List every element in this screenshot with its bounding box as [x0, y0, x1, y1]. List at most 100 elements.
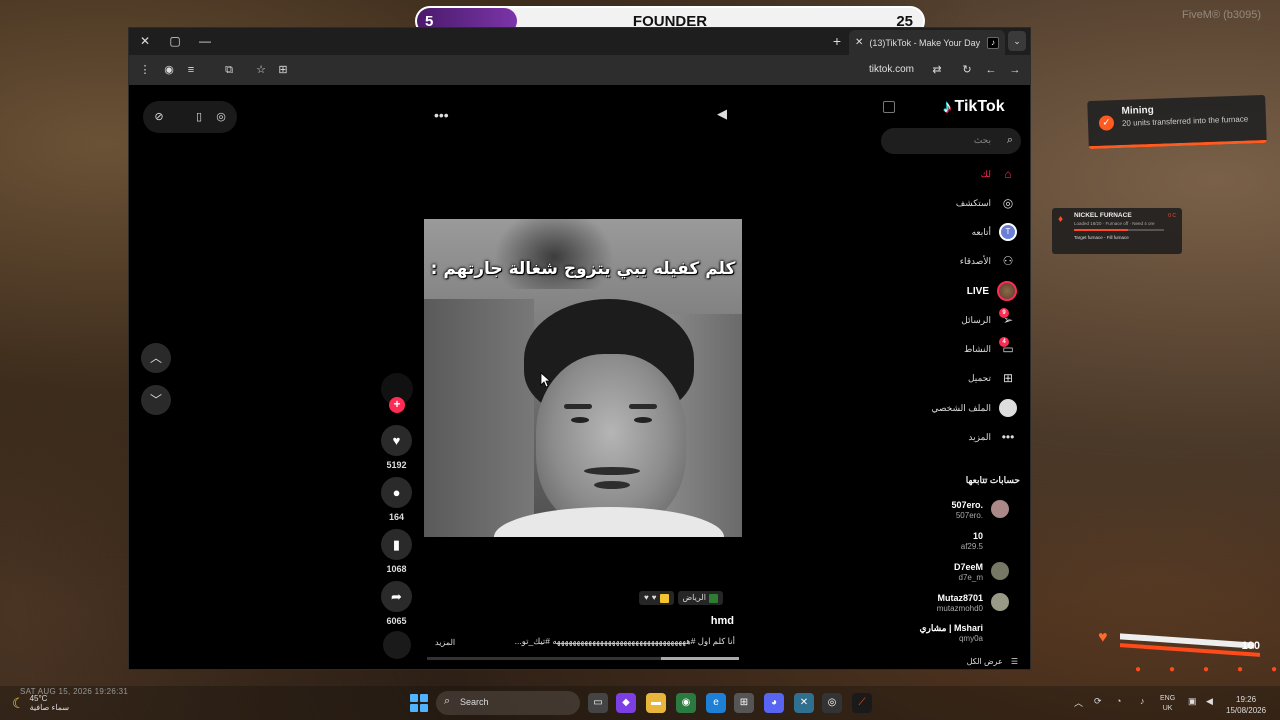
- search-icon[interactable]: ⌕: [1007, 134, 1013, 147]
- sidebar-item-6[interactable]: النشاط ▭ 4: [877, 337, 1017, 360]
- tab-search-dropdown[interactable]: ⌄: [1008, 31, 1026, 51]
- forward-arrow-icon[interactable]: →: [1005, 60, 1025, 80]
- weather-widget[interactable]: ☾ 45°C سماء صافية: [12, 694, 69, 712]
- sidebar-item-3[interactable]: الأصدقاء ⚇: [877, 250, 1017, 272]
- see-all-link[interactable]: عرض الكل ☰: [967, 657, 1018, 666]
- thirst-icon: ●: [1168, 664, 1176, 675]
- microphone-icon[interactable]: ♪: [1140, 696, 1145, 706]
- followed-account[interactable]: 10 af29.5: [877, 528, 1017, 554]
- taskbar-search[interactable]: ⌕ Search: [436, 691, 580, 715]
- remote-icon[interactable]: ✕: [794, 693, 814, 713]
- activity-icon: ▭ 4: [999, 337, 1017, 358]
- followed-account[interactable]: Mutaz8701 mutazmohd0: [877, 590, 1017, 616]
- menu-dots-icon[interactable]: ⋮: [135, 60, 155, 80]
- furnace-panel: ♦ 0 C NICKEL FURNACE Loaded 18/20 · Furn…: [1052, 208, 1182, 254]
- sidebar-item-4[interactable]: LIVE: [877, 280, 1017, 302]
- chrome-icon[interactable]: ◉: [676, 693, 696, 713]
- autoscroll-icon[interactable]: ⊘: [149, 107, 169, 127]
- tray-sync-icon[interactable]: ⟳: [1094, 696, 1102, 707]
- extensions-icon[interactable]: ⧉: [219, 60, 239, 80]
- fivem-icon[interactable]: ⟋: [852, 693, 872, 713]
- video-player[interactable]: كلم كفيله يبي يتزوج شغالة جارتهم :: [424, 219, 742, 537]
- translate-icon[interactable]: ⊞: [273, 60, 293, 80]
- avatar: [991, 562, 1009, 580]
- bookmark-icon[interactable]: ▮: [381, 529, 412, 560]
- volume-icon[interactable]: ◀: [717, 106, 727, 122]
- like-action[interactable]: ♥ 5192: [381, 425, 413, 470]
- profile-avatar-icon[interactable]: ◉: [159, 60, 179, 80]
- close-window-button[interactable]: ✕: [135, 31, 155, 51]
- comment-icon[interactable]: ●: [381, 477, 412, 508]
- language-indicator[interactable]: ENG UK: [1160, 694, 1175, 714]
- tray-chevron-icon[interactable]: ︿: [1074, 696, 1083, 709]
- account-name: 10: [972, 531, 983, 541]
- flame-icon: ♦: [1058, 214, 1064, 225]
- music-disc-icon[interactable]: [383, 631, 411, 659]
- browser-toolbar: ⋮ ◉ ≡ ⧉ ☆ ⊞ tiktok.com ⇄ ↻ ← →: [129, 55, 1030, 85]
- steam-icon[interactable]: ◎: [822, 693, 842, 713]
- discord-icon[interactable]: ◕: [764, 693, 784, 713]
- sidebar-item-5[interactable]: الرسائل ➢ 9: [877, 308, 1017, 331]
- account-name: D7eeM: [953, 562, 983, 572]
- followed-account[interactable]: D7eeM d7e_m: [877, 559, 1017, 585]
- copilot-icon[interactable]: ◆: [616, 693, 636, 713]
- start-button[interactable]: [410, 694, 428, 712]
- video-more-icon[interactable]: •••: [434, 107, 449, 123]
- tab-close-icon[interactable]: ✕: [855, 37, 863, 48]
- address-bar[interactable]: tiktok.com: [869, 61, 961, 79]
- clock[interactable]: 19:26 15/08/2026: [1226, 694, 1266, 716]
- shield-icon: ●: [1270, 664, 1278, 675]
- live-icon: [997, 281, 1017, 301]
- tab-bar: ✕ ▢ — + ✕ (13)TikTok - Make Your Day ♪ ⌄: [129, 28, 1030, 55]
- sidebar-item-0[interactable]: لك ⌂: [877, 163, 1017, 185]
- device-icon[interactable]: ▯: [189, 107, 209, 127]
- location-tag[interactable]: الرياض: [677, 591, 723, 605]
- home-icon: ⌂: [1004, 167, 1012, 181]
- sidebar-item-9[interactable]: المزيد •••: [877, 426, 1017, 448]
- health-hud: ♥ 100: [1096, 626, 1266, 666]
- status-icons: ● ● ● ● ●: [1128, 664, 1280, 675]
- share-icon[interactable]: ➦: [381, 581, 412, 612]
- followed-account[interactable]: مشاري | Mshari qmy0a: [877, 620, 1017, 646]
- bookmark-star-icon[interactable]: ☆: [251, 60, 271, 80]
- tiktok-logo[interactable]: ♪ TikTok: [943, 97, 1005, 117]
- hunger-icon: ●: [1134, 664, 1142, 675]
- reading-list-icon[interactable]: ≡: [181, 60, 201, 80]
- display-icon[interactable]: ▣: [1188, 696, 1197, 707]
- emoji-tag: ♥ ♥: [639, 591, 674, 605]
- tray-network-icon[interactable]: ◔: [1116, 696, 1121, 706]
- save-action[interactable]: ▮ 1068: [381, 529, 413, 574]
- heart-icon[interactable]: ♥: [381, 425, 412, 456]
- next-video-button[interactable]: ﹀: [141, 385, 171, 415]
- collapse-sidebar-icon[interactable]: [883, 101, 895, 113]
- store-icon[interactable]: ⊞: [734, 693, 754, 713]
- minimize-window-button[interactable]: —: [195, 31, 215, 51]
- file-explorer-icon[interactable]: ▬: [646, 693, 666, 713]
- comment-action[interactable]: ● 164: [381, 477, 413, 522]
- maximize-window-button[interactable]: ▢: [165, 31, 185, 51]
- moon-icon: ☾: [12, 694, 25, 711]
- reload-icon[interactable]: ↻: [957, 60, 977, 80]
- video-progress-bar[interactable]: [427, 657, 739, 660]
- new-tab-button[interactable]: +: [829, 31, 845, 51]
- health-value: 100: [1241, 640, 1260, 652]
- task-view-icon[interactable]: ▭: [588, 693, 608, 713]
- edge-icon[interactable]: e: [706, 693, 726, 713]
- follow-plus-button[interactable]: +: [389, 397, 405, 413]
- sidebar-item-1[interactable]: استكشف ◎: [877, 192, 1017, 214]
- video-author[interactable]: hmd: [669, 615, 734, 627]
- back-arrow-icon[interactable]: ←: [981, 60, 1001, 80]
- volume-tray-icon[interactable]: ◀: [1206, 696, 1213, 707]
- sidebar-item-8[interactable]: الملف الشخصي: [877, 397, 1017, 419]
- site-settings-icon[interactable]: ⇄: [927, 60, 947, 80]
- compass-small-icon[interactable]: ◎: [211, 107, 231, 127]
- tab-tiktok[interactable]: ✕ (13)TikTok - Make Your Day ♪: [849, 30, 1005, 55]
- followed-account[interactable]: 507ero. 507ero.: [877, 497, 1017, 523]
- previous-video-button[interactable]: ︿: [141, 343, 171, 373]
- description-more-link[interactable]: المزيد: [435, 638, 455, 647]
- avatar: [991, 623, 1009, 641]
- sidebar-item-2[interactable]: أتابعه T: [877, 221, 1017, 243]
- share-action[interactable]: ➦ 6065: [381, 581, 413, 626]
- sidebar-item-7[interactable]: تحميل ⊞: [877, 367, 1017, 389]
- search-input[interactable]: بحث ⌕: [881, 128, 1021, 154]
